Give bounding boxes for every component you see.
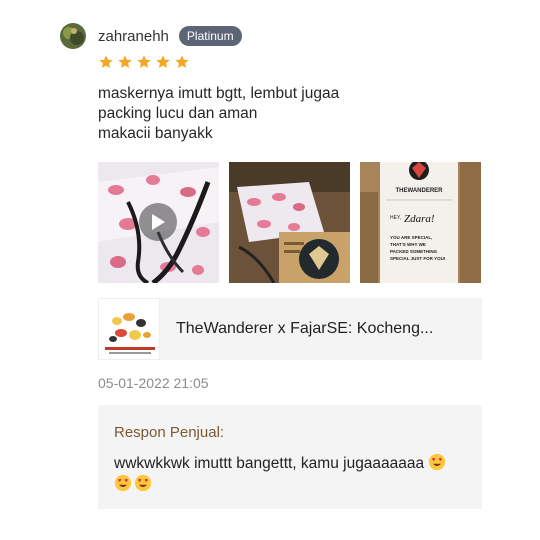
star-icon <box>156 55 170 68</box>
svg-text:YOU ARE SPECIAL,: YOU ARE SPECIAL, <box>390 235 432 240</box>
svg-text:PACKED SOMETHING: PACKED SOMETHING <box>390 249 438 254</box>
heart-eyes-icon <box>429 453 446 471</box>
review-timestamp: 05-01-2022 21:05 <box>98 375 209 391</box>
photo-hey-text: HEY, <box>390 215 401 221</box>
avatar[interactable] <box>60 23 86 49</box>
star-icon <box>175 55 189 68</box>
review-text: maskernya imutt bgtt, lembut jugaa packi… <box>98 85 340 142</box>
star-icon <box>99 55 113 68</box>
review-card: zahranehh Platinum maskernya imutt bgtt,… <box>60 22 490 509</box>
photo-name-text: Zdara! <box>404 213 435 225</box>
review-video-thumbnail[interactable] <box>98 162 219 283</box>
play-icon[interactable] <box>139 203 177 241</box>
heart-eyes-icon <box>114 474 132 492</box>
svg-text:SPECIAL JUST FOR YOU!: SPECIAL JUST FOR YOU! <box>390 256 446 261</box>
photo-brand-text: THEWANDERER <box>395 188 443 194</box>
seller-reply-label: Respon Penjual: <box>114 424 225 441</box>
star-icon <box>118 55 132 68</box>
member-badge: Platinum <box>178 26 242 46</box>
star-icon <box>137 55 151 68</box>
heart-eyes-icon <box>134 474 152 492</box>
seller-reply-text: wwkwkkwk imuttt bangettt, kamu jugaaaaaa… <box>114 453 466 495</box>
seller-reply: Respon Penjual: wwkwkkwk imuttt bangettt… <box>98 405 482 509</box>
svg-text:THAT'S WHY WE: THAT'S WHY WE <box>390 242 426 247</box>
product-thumbnail <box>98 298 160 360</box>
review-photo[interactable] <box>229 162 350 283</box>
review-header: zahranehh Platinum <box>60 22 490 50</box>
product-link[interactable]: TheWanderer x FajarSE: Kocheng... <box>98 298 482 360</box>
review-media: THEWANDERER HEY, Zdara! YOU ARE SPECIAL,… <box>98 162 481 283</box>
username[interactable]: zahranehh <box>98 28 169 45</box>
review-photo[interactable]: THEWANDERER HEY, Zdara! YOU ARE SPECIAL,… <box>360 162 481 283</box>
rating-stars <box>98 54 190 70</box>
seller-reply-message: wwkwkkwk imuttt bangettt, kamu jugaaaaaa… <box>114 455 425 472</box>
product-name[interactable]: TheWanderer x FajarSE: Kocheng... <box>176 320 466 338</box>
